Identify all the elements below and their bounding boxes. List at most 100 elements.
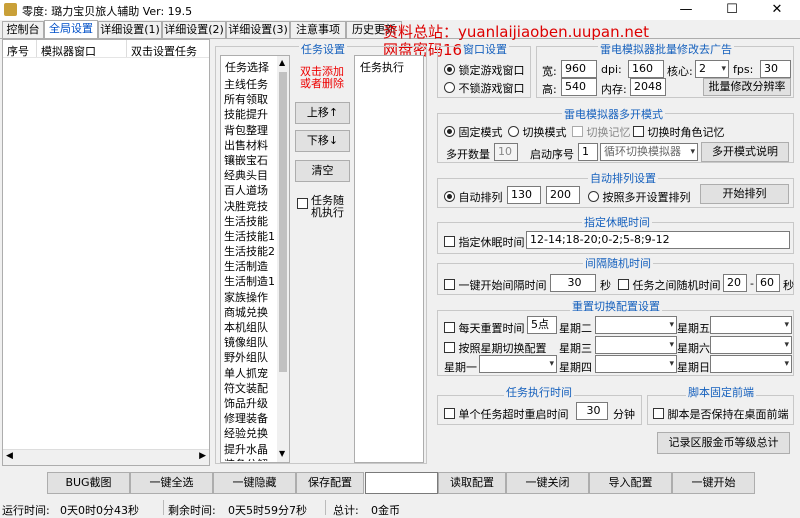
saturday-select[interactable]: ▾ — [710, 336, 792, 354]
lock-window-radio[interactable]: 锁定游戏窗口 — [444, 62, 525, 78]
friday-select[interactable]: ▾ — [710, 316, 792, 334]
switch-remember-checkbox[interactable]: 切换记忆 — [572, 124, 631, 140]
start-arrange-button[interactable]: 开始排列 — [700, 184, 789, 204]
daily-reset-checkbox[interactable]: 每天重置时间 — [444, 320, 525, 336]
tab-global-settings[interactable]: 全局设置 — [44, 20, 98, 39]
scroll-right-icon[interactable]: ▶ — [199, 451, 206, 461]
start-interval-checkbox[interactable]: 一键开始间隔时间 — [444, 277, 547, 293]
tab-detail-2[interactable]: 详细设置(2) — [162, 21, 226, 38]
dpi-input[interactable]: 160 — [628, 60, 664, 78]
task-item[interactable]: 修理装备 — [221, 411, 277, 426]
script-front-checkbox[interactable]: 脚本是否保持在桌面前端 — [653, 406, 789, 422]
fixed-mode-radio[interactable]: 固定模式 — [444, 124, 503, 140]
task-list[interactable]: 主线任务 所有领取 技能提升 背包整理 出售材料 镶嵌宝石 经典头目 百人道场 决胜竞技 生活技能… — [221, 77, 277, 461]
wednesday-select[interactable]: ▾ — [595, 336, 677, 354]
thursday-select[interactable]: ▾ — [595, 355, 677, 373]
width-input[interactable]: 960 — [561, 60, 597, 78]
select-all-button[interactable]: 一键全选 — [130, 472, 213, 494]
interval-sec-input[interactable]: 30 — [550, 274, 596, 292]
minimize-button[interactable]: — — [663, 0, 709, 20]
multi-count-input[interactable]: 10 — [494, 143, 518, 161]
task-item[interactable]: 技能提升 — [221, 107, 277, 122]
role-remember-checkbox[interactable]: 切换时角色记忆 — [633, 124, 725, 140]
auto-arrange-radio[interactable]: 自动排列 — [444, 189, 503, 205]
task-item[interactable]: 符文装配 — [221, 381, 277, 396]
scroll-thumb[interactable] — [279, 72, 287, 372]
task-item[interactable]: 百人道场 — [221, 183, 277, 198]
hide-all-button[interactable]: 一键隐藏 — [213, 472, 296, 494]
bug-screenshot-button[interactable]: BUG截图 — [47, 472, 130, 494]
task-item[interactable]: 背包整理 — [221, 123, 277, 138]
task-item[interactable]: 决胜竞技 — [221, 199, 277, 214]
emulator-table[interactable]: 序号 模拟器窗口 双击设置任务 ◀ ▶ — [2, 39, 210, 466]
task-item[interactable]: 生活技能 — [221, 214, 277, 229]
start-all-button[interactable]: 一键开始 — [672, 472, 755, 494]
start-index-input[interactable]: 1 — [578, 143, 598, 161]
task-item[interactable]: 单人抓宠 — [221, 366, 277, 381]
task-item[interactable]: 提升水晶 — [221, 442, 277, 457]
task-select-list[interactable]: 任务选择 主线任务 所有领取 技能提升 背包整理 出售材料 镶嵌宝石 经典头目 百人道场 决胜竞… — [220, 55, 290, 463]
task-item[interactable]: 经验兑换 — [221, 426, 277, 441]
task-item[interactable]: 家族操作 — [221, 290, 277, 305]
interval-min-input[interactable]: 20 — [723, 274, 747, 292]
sleep-input[interactable]: 12-14;18-20;0-2;5-8;9-12 — [526, 231, 790, 249]
tab-detail-1[interactable]: 详细设置(1) — [98, 21, 162, 38]
tab-detail-3[interactable]: 详细设置(3) — [226, 21, 290, 38]
task-item[interactable]: 生活技能2 — [221, 244, 277, 259]
timeout-checkbox[interactable]: 单个任务超时重启时间 — [444, 406, 569, 422]
task-item[interactable]: 镶嵌宝石 — [221, 153, 277, 168]
maximize-button[interactable]: ☐ — [709, 0, 755, 20]
config-name-input[interactable] — [365, 472, 438, 494]
daily-reset-input[interactable]: 5点 — [527, 316, 557, 334]
unlock-window-radio[interactable]: 不锁游戏窗口 — [444, 80, 525, 96]
tuesday-select[interactable]: ▾ — [595, 316, 677, 334]
tab-console[interactable]: 控制台 — [2, 21, 44, 38]
random-interval-checkbox[interactable]: 任务之间随机时间 — [618, 277, 721, 293]
arrange-by-multi-radio[interactable]: 按照多开设置排列 — [588, 189, 691, 205]
height-input[interactable]: 540 — [561, 78, 597, 96]
import-config-button[interactable]: 导入配置 — [589, 472, 672, 494]
task-item[interactable]: 镜像组队 — [221, 335, 277, 350]
scroll-up-icon[interactable]: ▲ — [279, 58, 285, 67]
task-item[interactable]: 装备分解 — [221, 457, 277, 461]
timeout-input[interactable]: 30 — [576, 402, 608, 420]
clear-button[interactable]: 清空 — [295, 160, 350, 182]
task-item[interactable]: 饰品升级 — [221, 396, 277, 411]
task-item[interactable]: 商城兑换 — [221, 305, 277, 320]
task-item[interactable]: 经典头目 — [221, 168, 277, 183]
load-config-button[interactable]: 读取配置 — [438, 472, 506, 494]
move-down-button[interactable]: 下移↓ — [295, 130, 350, 152]
task-item[interactable]: 野外组队 — [221, 350, 277, 365]
task-item[interactable]: 生活技能1 — [221, 229, 277, 244]
task-item[interactable]: 出售材料 — [221, 138, 277, 153]
sleep-checkbox[interactable]: 指定休眠时间 — [444, 234, 525, 250]
task-item[interactable]: 所有领取 — [221, 92, 277, 107]
task-item[interactable]: 生活制造 — [221, 259, 277, 274]
loop-select[interactable]: 循环切换模拟器 ▾ — [600, 143, 698, 161]
horizontal-scrollbar[interactable]: ◀ ▶ — [3, 449, 209, 465]
scroll-down-icon[interactable]: ▼ — [279, 449, 285, 458]
random-exec-checkbox[interactable] — [297, 198, 308, 211]
record-stats-button[interactable]: 记录区服金币等级总计 — [657, 432, 790, 454]
mem-input[interactable]: 2048 — [630, 78, 666, 96]
task-list-scrollbar[interactable]: ▲ ▼ — [277, 56, 289, 462]
tab-notes[interactable]: 注意事项 — [290, 21, 346, 38]
task-item[interactable]: 主线任务 — [221, 77, 277, 92]
close-button[interactable]: ✕ — [754, 0, 800, 20]
multi-explain-button[interactable]: 多开模式说明 — [701, 142, 789, 162]
core-select[interactable]: 2 ▾ — [695, 60, 729, 78]
task-exec-list[interactable]: 任务执行 — [354, 55, 424, 463]
task-item[interactable]: 本机组队 — [221, 320, 277, 335]
switch-mode-radio[interactable]: 切换模式 — [508, 124, 567, 140]
save-config-button[interactable]: 保存配置 — [296, 472, 364, 494]
arrange-w-input[interactable]: 130 — [507, 186, 541, 204]
task-item[interactable]: 生活制造1 — [221, 274, 277, 289]
by-week-checkbox[interactable]: 按照星期切换配置 — [444, 340, 547, 356]
interval-max-input[interactable]: 60 — [756, 274, 780, 292]
scroll-left-icon[interactable]: ◀ — [6, 451, 13, 461]
fps-input[interactable]: 30 — [760, 60, 791, 78]
monday-select[interactable]: ▾ — [479, 355, 557, 373]
batch-modify-button[interactable]: 批量修改分辨率 — [703, 78, 791, 96]
arrange-h-input[interactable]: 200 — [546, 186, 580, 204]
close-all-button[interactable]: 一键关闭 — [506, 472, 589, 494]
